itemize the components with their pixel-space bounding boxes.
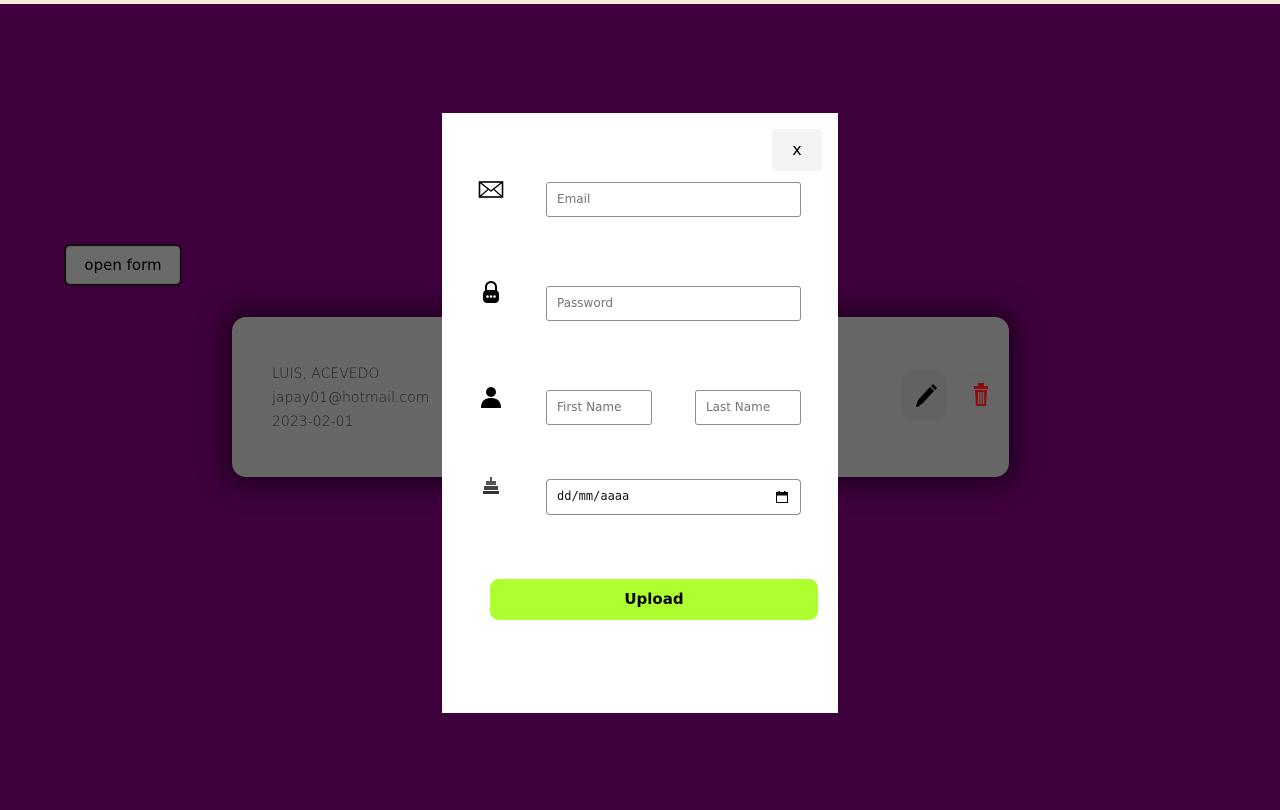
close-button[interactable]: x xyxy=(772,129,822,171)
edit-button[interactable] xyxy=(904,373,944,417)
password-field[interactable]: Password xyxy=(546,286,801,321)
birthdate-field[interactable]: dd/mm/aaaa xyxy=(546,479,801,515)
email-field[interactable]: Email xyxy=(546,182,801,217)
pencil-icon xyxy=(916,384,937,407)
birthdate-display: dd/mm/aaaa xyxy=(557,489,630,503)
user-date: 2023-02-01 xyxy=(272,414,354,430)
user-form-modal: x Email Password First Name Last Name dd… xyxy=(442,113,838,713)
calendar-icon[interactable] xyxy=(776,491,788,503)
user-email: japay01@hotmail.com xyxy=(272,390,430,406)
trash-icon xyxy=(974,383,988,406)
envelope-icon xyxy=(478,181,504,198)
first-name-field[interactable]: First Name xyxy=(546,390,652,425)
last-name-field[interactable]: Last Name xyxy=(695,390,801,425)
user-info: LUIS, ACEVEDO japay01@hotmail.com 2023-0… xyxy=(272,362,429,434)
browser-top-strip xyxy=(0,0,1280,4)
upload-button[interactable]: Upload xyxy=(490,579,818,620)
lock-icon xyxy=(483,281,499,303)
person-icon xyxy=(481,387,501,408)
cake-icon xyxy=(483,477,499,494)
user-name: LUIS, ACEVEDO xyxy=(272,366,380,382)
delete-button[interactable] xyxy=(962,373,1000,417)
open-form-button[interactable]: open form xyxy=(64,244,182,286)
